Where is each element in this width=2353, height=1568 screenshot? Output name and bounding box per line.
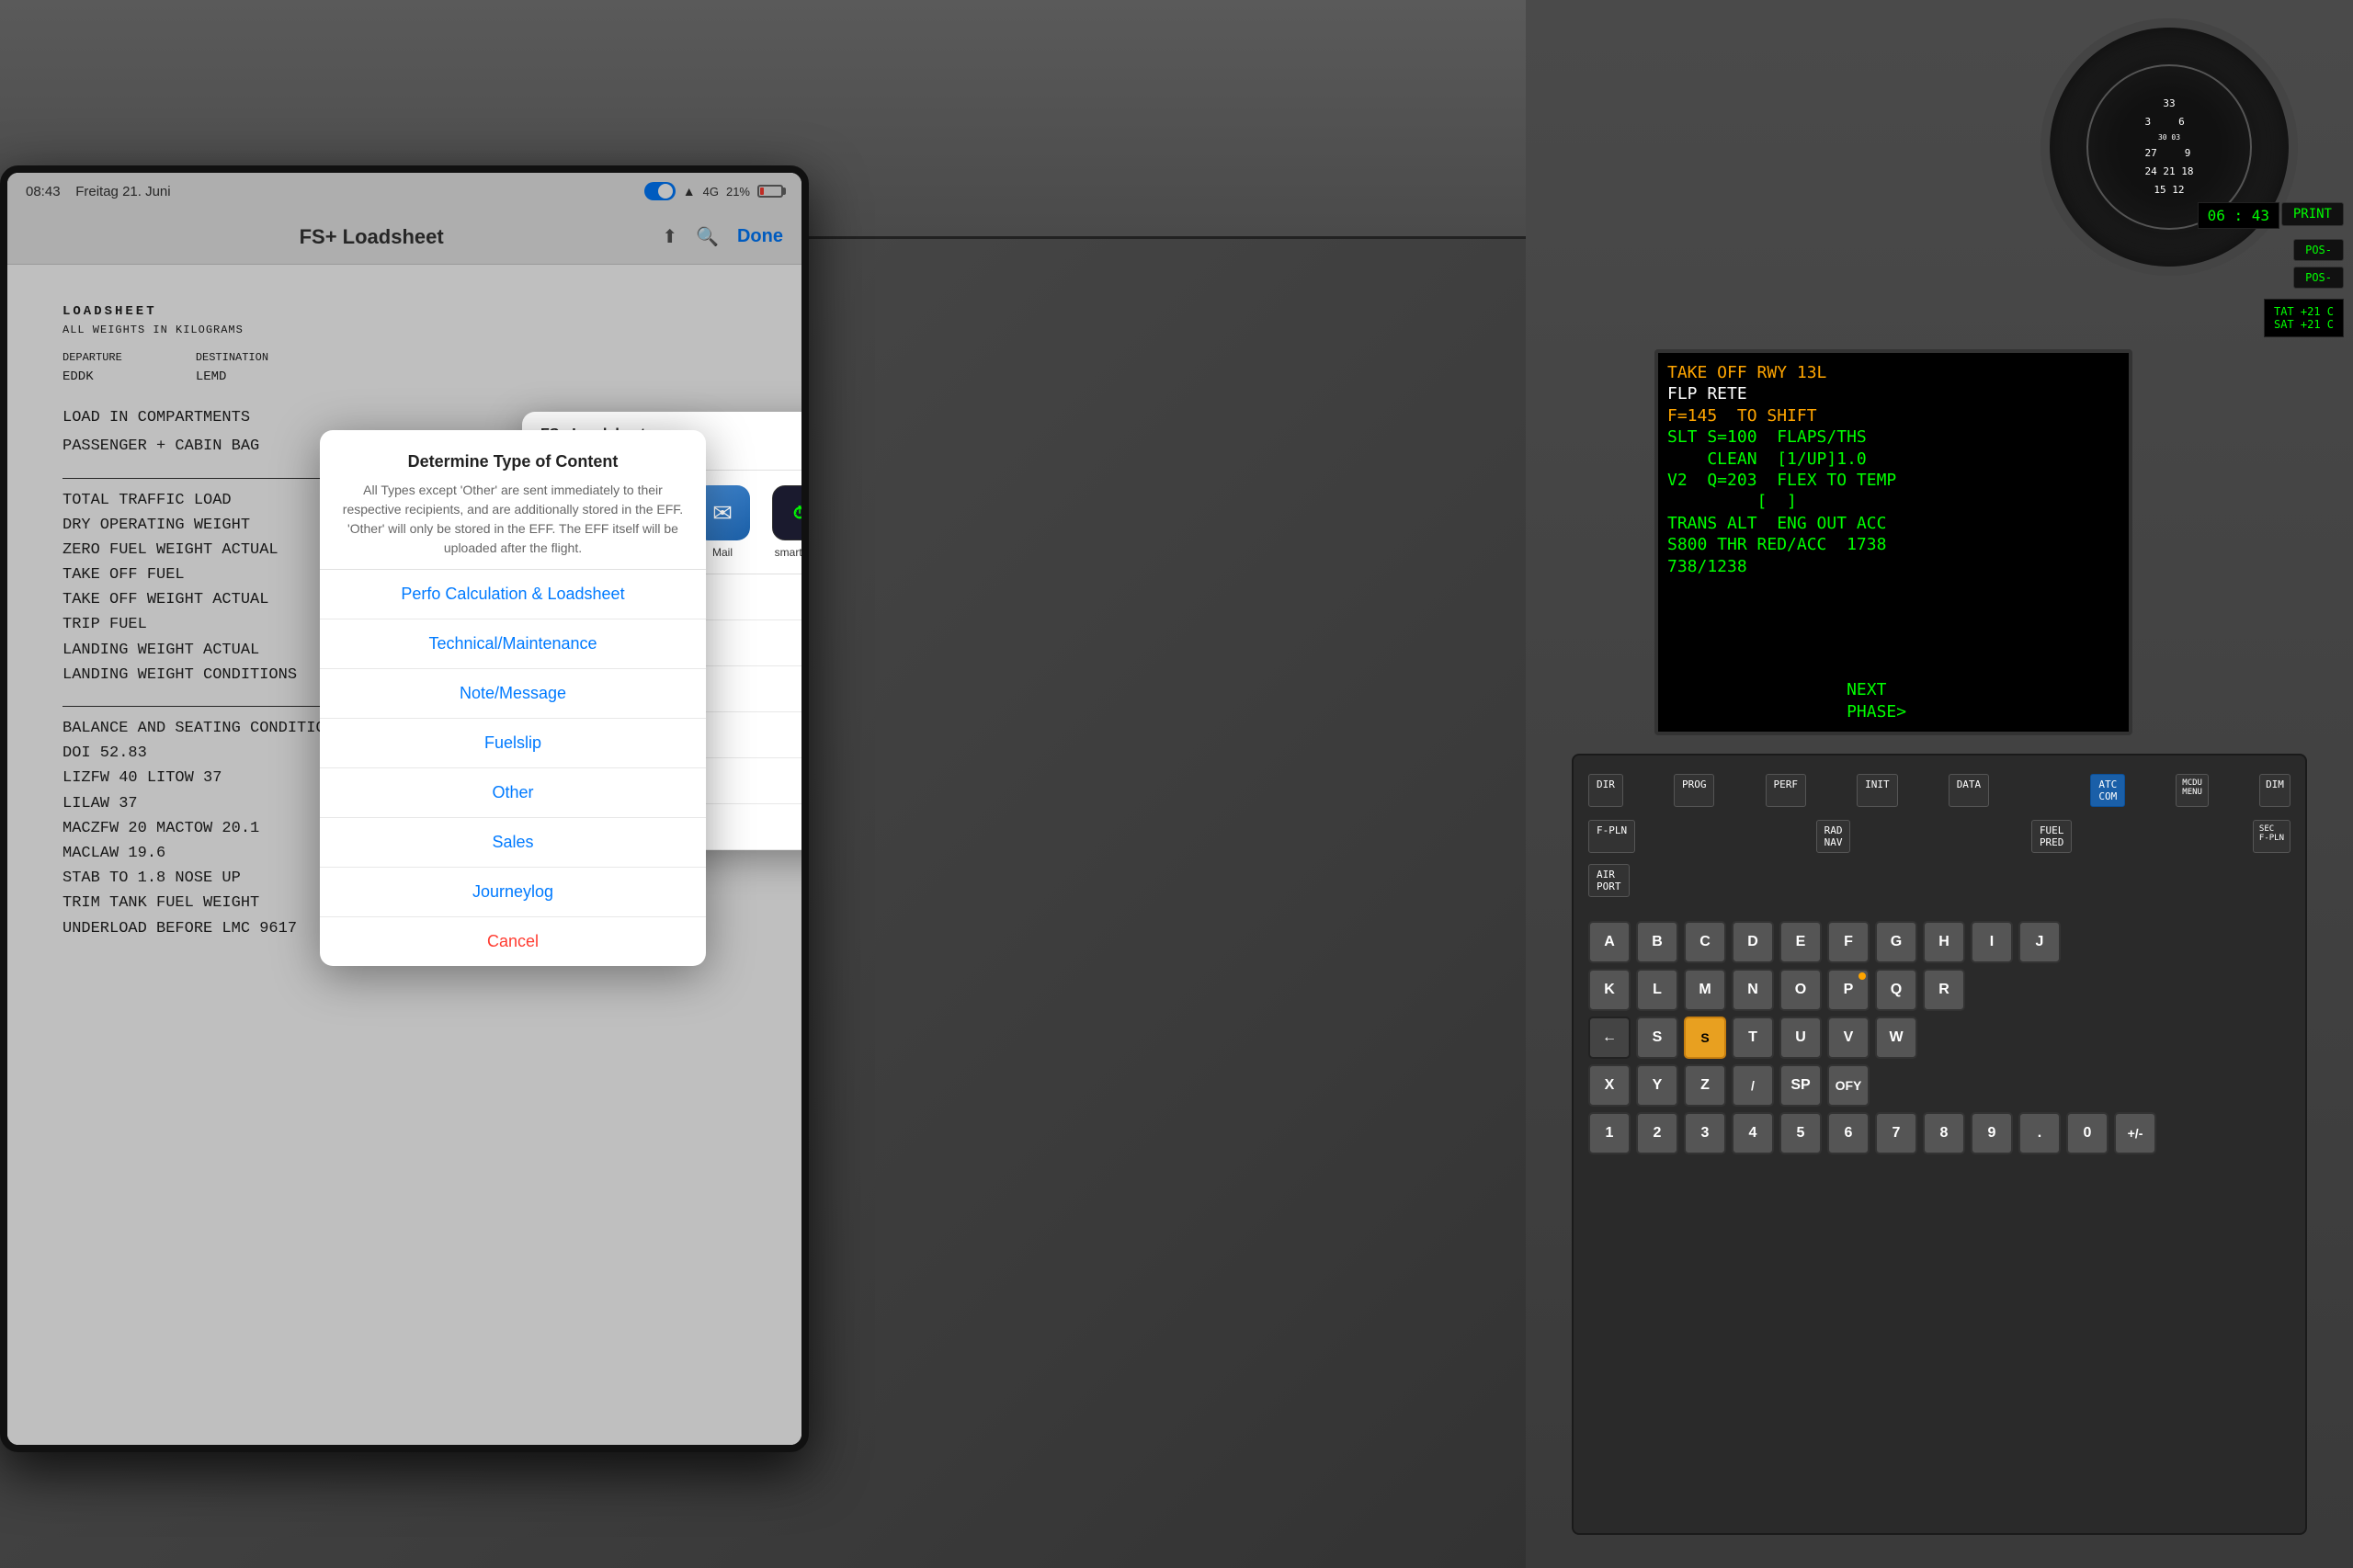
dialog-description: All Types except 'Other' are sent immedi… <box>342 481 684 558</box>
content-type-dialog: Determine Type of Content All Types exce… <box>320 430 706 966</box>
option-perfo[interactable]: Perfo Calculation & Loadsheet <box>320 570 706 619</box>
option-journeylog[interactable]: Journeylog <box>320 868 706 917</box>
share-app-smartofp[interactable]: ⏱ smartOFP <box>772 485 801 559</box>
display-line-1: TAKE OFF RWY 13L <box>1667 362 2120 383</box>
option-fuelslip[interactable]: Fuelslip <box>320 719 706 768</box>
option-other[interactable]: Other <box>320 768 706 818</box>
time-display: 06 : 43 <box>2198 202 2279 229</box>
cancel-button[interactable]: Cancel <box>320 917 706 966</box>
option-sales[interactable]: Sales <box>320 818 706 868</box>
pos-display2: POS- <box>2293 267 2344 289</box>
ipad-screen: 08:43 Freitag 21. Juni ▲ 4G 21% <box>7 173 801 1445</box>
display-line-11: NEXT <box>1667 679 2120 700</box>
pos-display1: POS- <box>2293 239 2344 261</box>
dialog-header: Determine Type of Content All Types exce… <box>320 430 706 569</box>
ipad-device: 08:43 Freitag 21. Juni ▲ 4G 21% <box>0 165 809 1452</box>
display-line-7: [ ] <box>1667 491 2120 512</box>
display-line-5: CLEAN [1/UP]1.0 <box>1667 449 2120 470</box>
cockpit-right-panel: 33 36 30 03 279 24 21 18 15 12 TAKE OFF … <box>1526 0 2353 1568</box>
display-line-6: V2 Q=203 FLEX TO TEMP <box>1667 470 2120 491</box>
mail-label: Mail <box>712 546 733 559</box>
fms-display: TAKE OFF RWY 13L FLP RETE F=145 TO SHIFT… <box>1654 349 2132 735</box>
option-tech[interactable]: Technical/Maintenance <box>320 619 706 669</box>
altimeter-instrument: 33 36 30 03 279 24 21 18 15 12 <box>2040 18 2298 276</box>
mcdu-keyboard: DIR PROG PERF INIT DATA ATCCOM MCDUMENU … <box>1572 754 2307 1535</box>
option-note[interactable]: Note/Message <box>320 669 706 719</box>
tat-sat-display: TAT +21 C SAT +21 C <box>2264 299 2344 337</box>
smartofp-label: smartOFP <box>775 546 801 559</box>
smartofp-icon: ⏱ <box>772 485 801 540</box>
display-line-2: FLP RETE <box>1667 383 2120 404</box>
display-line-12: PHASE> <box>1667 701 2120 722</box>
display-line-4: SLT S=100 FLAPS/THS <box>1667 426 2120 448</box>
dialog-title: Determine Type of Content <box>342 452 684 472</box>
print-display: PRINT <box>2281 202 2344 226</box>
display-line-8: TRANS ALT ENG OUT ACC <box>1667 513 2120 534</box>
display-line-9: S800 THR RED/ACC 1738 <box>1667 534 2120 555</box>
display-line-3: F=145 TO SHIFT <box>1667 405 2120 426</box>
display-line-10: 738/1238 <box>1667 556 2120 577</box>
